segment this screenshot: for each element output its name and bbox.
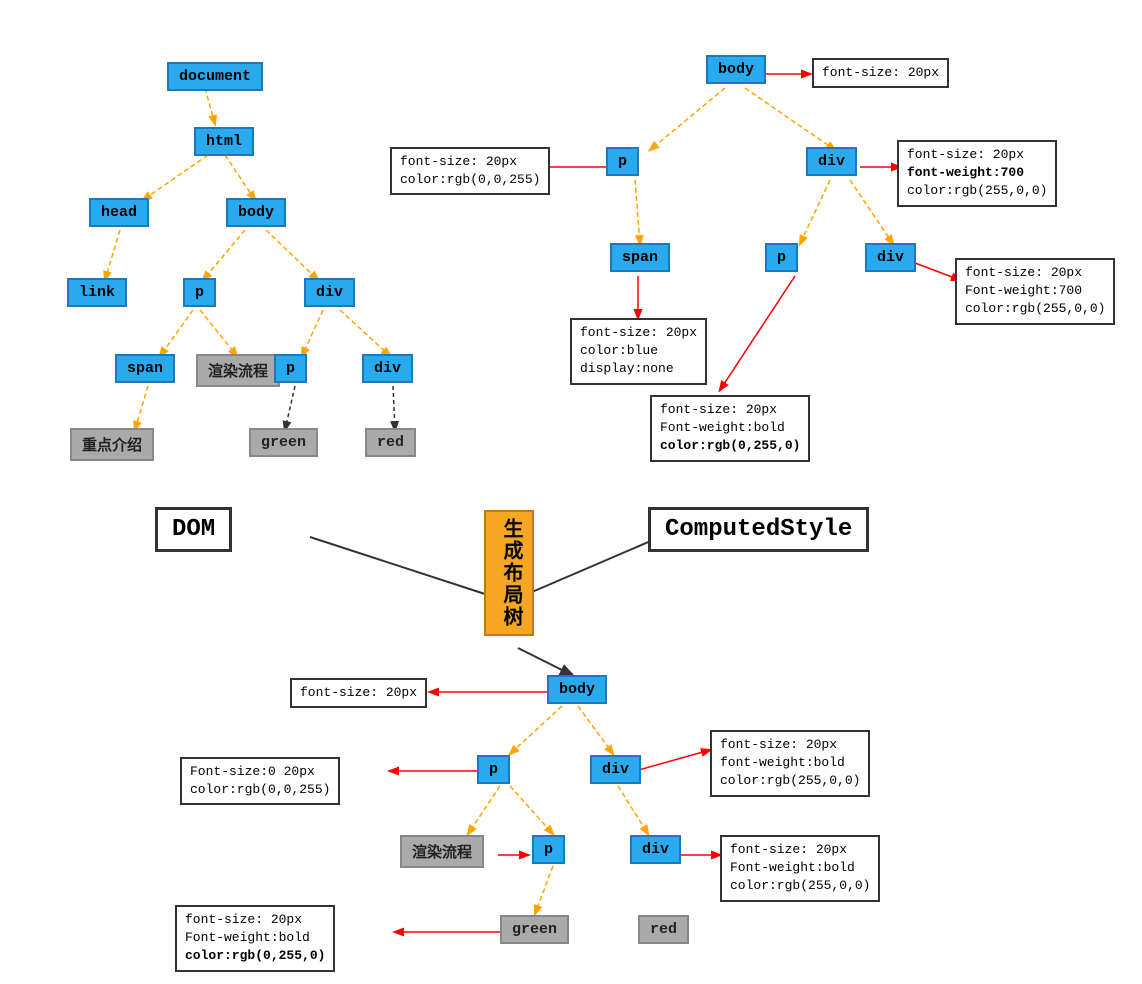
node-link: link xyxy=(67,278,127,307)
node-p-top: p xyxy=(606,147,639,176)
label-p-bottom2-right: font-size: 20px Font-weight:bold color:r… xyxy=(720,835,880,902)
label-div-bottom-right: font-size: 20px font-weight:bold color:r… xyxy=(710,730,870,797)
label-p-top2-below: font-size: 20px Font-weight:bold color:r… xyxy=(650,395,810,462)
label-dom: DOM xyxy=(155,507,232,552)
node-span-left: span xyxy=(115,354,175,383)
label-body-top-right: font-size: 20px xyxy=(812,58,949,88)
label-p-bottom-left: Font-size:0 20px color:rgb(0,0,255) xyxy=(180,757,340,805)
node-div-bottom2: div xyxy=(630,835,681,864)
node-p-left: p xyxy=(183,278,216,307)
node-p-bottom2: p xyxy=(532,835,565,864)
node-red-left: red xyxy=(365,428,416,457)
node-div-bottom: div xyxy=(590,755,641,784)
node-html: html xyxy=(194,127,254,156)
node-green-bottom: green xyxy=(500,915,569,944)
label-div-top-right: font-size: 20px font-weight:700 color:rg… xyxy=(897,140,1057,207)
node-div-top2: div xyxy=(865,243,916,272)
label-body-bottom-left: font-size: 20px xyxy=(290,678,427,708)
node-div2-left: div xyxy=(362,354,413,383)
node-body-left: body xyxy=(226,198,286,227)
node-span-top: span xyxy=(610,243,670,272)
node-div-left: div xyxy=(304,278,355,307)
node-zhongdian: 重点介绍 xyxy=(70,428,154,461)
generate-label: 生成布局树 xyxy=(484,510,534,636)
label-div-top2-right: font-size: 20px Font-weight:700 color:rg… xyxy=(955,258,1115,325)
node-div-top: div xyxy=(806,147,857,176)
node-zhuan-bottom: 渲染流程 xyxy=(400,835,484,868)
node-green-left: green xyxy=(249,428,318,457)
node-head: head xyxy=(89,198,149,227)
node-zhuan-left: 渲染流程 xyxy=(196,354,280,387)
node-p-top2: p xyxy=(765,243,798,272)
label-p-top-left: font-size: 20px color:rgb(0,0,255) xyxy=(390,147,550,195)
node-body-top: body xyxy=(706,55,766,84)
label-computed-style: ComputedStyle xyxy=(648,507,869,552)
label-green-bottom-left: font-size: 20px Font-weight:bold color:r… xyxy=(175,905,335,972)
node-p-bottom: p xyxy=(477,755,510,784)
label-span-top-below: font-size: 20px color:blue display:none xyxy=(570,318,707,385)
node-p-div-left: p xyxy=(274,354,307,383)
node-body-bottom: body xyxy=(547,675,607,704)
node-red-bottom: red xyxy=(638,915,689,944)
node-document: document xyxy=(167,62,263,91)
